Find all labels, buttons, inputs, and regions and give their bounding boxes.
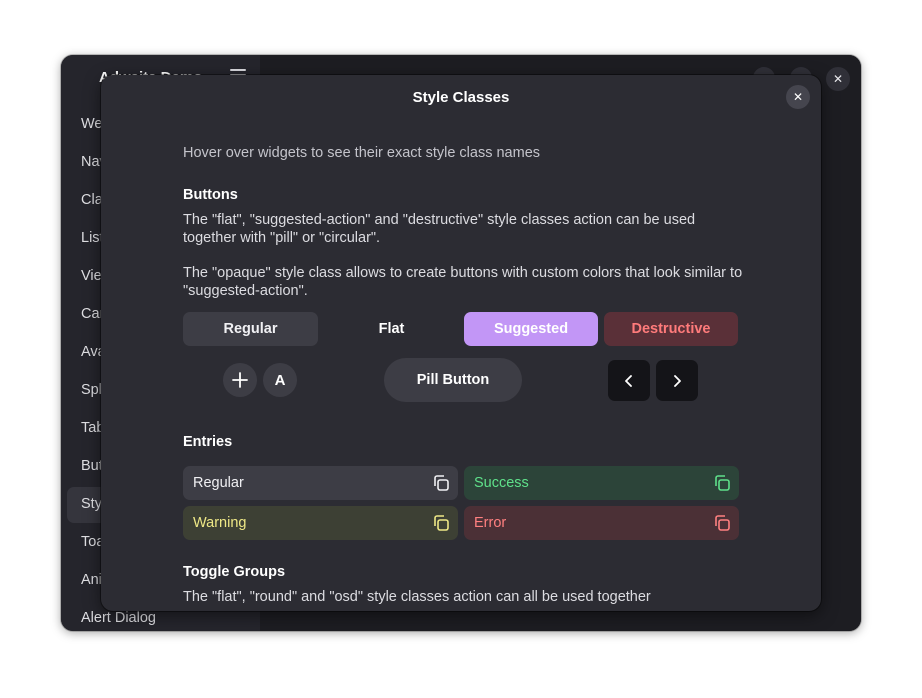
sidebar-item-alert-dialog[interactable]: Alert Dialog xyxy=(81,610,156,626)
buttons-description-2: The "opaque" style class allows to creat… xyxy=(183,265,743,299)
plus-icon xyxy=(232,372,248,388)
hover-hint: Hover over widgets to see their exact st… xyxy=(183,145,541,161)
warning-entry[interactable]: Warning xyxy=(183,506,458,540)
error-entry-text: Error xyxy=(474,515,507,531)
destructive-button[interactable]: Destructive xyxy=(604,312,738,346)
regular-entry[interactable]: Regular xyxy=(183,466,458,500)
opaque-next-button[interactable] xyxy=(656,360,698,401)
buttons-description-1: The "flat", "suggested-action" and "dest… xyxy=(183,212,696,246)
circular-add-button[interactable] xyxy=(223,363,257,397)
success-entry-text: Success xyxy=(474,475,529,491)
chevron-right-icon xyxy=(674,374,681,387)
success-entry[interactable]: Success xyxy=(464,466,739,500)
regular-button[interactable]: Regular xyxy=(183,312,318,346)
warning-entry-text: Warning xyxy=(193,515,247,531)
copy-icon[interactable] xyxy=(432,514,450,532)
style-classes-dialog: Style Classes ✕ Hover over widgets to se… xyxy=(101,75,821,611)
copy-icon[interactable] xyxy=(713,514,731,532)
pill-button[interactable]: Pill Button xyxy=(384,358,522,402)
window-close-button[interactable]: ✕ xyxy=(826,67,850,91)
circular-text-button[interactable]: A xyxy=(263,363,297,397)
dialog-close-button[interactable]: ✕ xyxy=(786,85,810,109)
toggle-groups-section-title: Toggle Groups xyxy=(183,564,286,580)
suggested-button[interactable]: Suggested xyxy=(464,312,598,346)
dialog-title: Style Classes xyxy=(412,89,510,106)
regular-entry-text: Regular xyxy=(193,475,244,491)
toggle-groups-description: The "flat", "round" and "osd" style clas… xyxy=(183,589,651,605)
buttons-section-title: Buttons xyxy=(183,187,238,203)
copy-icon[interactable] xyxy=(432,474,450,492)
chevron-left-icon xyxy=(625,374,632,387)
opaque-previous-button[interactable] xyxy=(608,360,650,401)
flat-button[interactable]: Flat xyxy=(324,312,459,346)
error-entry[interactable]: Error xyxy=(464,506,739,540)
copy-icon[interactable] xyxy=(713,474,731,492)
entries-section-title: Entries xyxy=(183,434,233,450)
